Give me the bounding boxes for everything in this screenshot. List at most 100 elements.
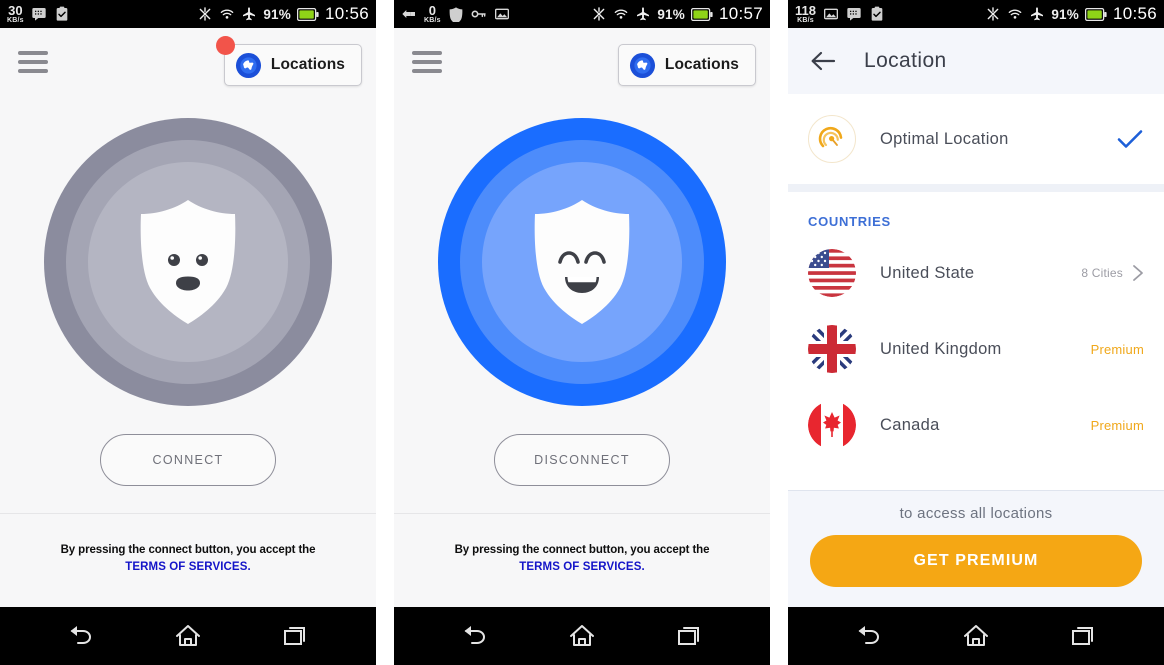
- wifi-icon: [220, 9, 234, 19]
- home-icon[interactable]: [953, 616, 999, 656]
- battery-percent: 91%: [263, 6, 291, 22]
- phone-screen-location-list: 118 KB/s 91% 10:56 Location Optimal Loca…: [788, 0, 1164, 665]
- get-premium-button[interactable]: GET PREMIUM: [810, 535, 1142, 587]
- notification-badge-dot: [215, 36, 235, 55]
- panel-divider-2: [770, 0, 788, 665]
- network-speed-indicator: 118 KB/s: [795, 3, 816, 24]
- terms-line-1: By pressing the connect button, you acce…: [60, 544, 316, 556]
- table-row[interactable]: United State 8 Cities: [788, 235, 1164, 311]
- countries-section-header: COUNTRIES: [808, 214, 891, 229]
- country-meta: 8 Cities: [1081, 266, 1123, 280]
- shield-face-happy-icon: [527, 198, 637, 326]
- locations-button-label: Locations: [270, 56, 345, 73]
- messaging-icon: [847, 8, 861, 21]
- terms-line-1: By pressing the connect button, you acce…: [454, 544, 710, 556]
- back-icon[interactable]: [845, 616, 891, 656]
- country-name: United Kingdom: [880, 339, 1002, 358]
- back-icon[interactable]: [57, 616, 103, 656]
- terms-of-services-link[interactable]: TERMS OF SERVICES.: [10, 559, 366, 576]
- home-icon[interactable]: [559, 616, 605, 656]
- flag-ca: [808, 401, 856, 449]
- speedometer-icon: [808, 115, 856, 163]
- airplane-mode-icon: [637, 7, 650, 21]
- check-icon: [1117, 130, 1143, 148]
- status-clock: 10:57: [718, 4, 763, 23]
- connection-stage-1: CONNECT: [0, 96, 376, 513]
- terms-of-services-link[interactable]: TERMS OF SERVICES.: [404, 559, 760, 576]
- mute-icon: [199, 7, 211, 21]
- globe-icon: [629, 52, 655, 78]
- hamburger-menu-icon[interactable]: [412, 51, 442, 73]
- list-item-optimal-location[interactable]: Optimal Location: [788, 94, 1164, 184]
- connect-button[interactable]: CONNECT: [100, 434, 276, 486]
- battery-icon: [690, 7, 713, 21]
- clipboard-check-icon: [56, 6, 68, 21]
- phone-screen-disconnected: 30 KB/s 91% 10:56 Locations CONNECT By p…: [0, 0, 376, 665]
- android-nav-bar-2: [394, 607, 770, 665]
- messaging-icon: [32, 8, 46, 21]
- get-premium-label: GET PREMIUM: [913, 552, 1039, 569]
- vpn-key-arrow-icon: [402, 10, 415, 18]
- status-clock: 10:56: [1112, 4, 1157, 23]
- mute-icon: [987, 7, 999, 21]
- disconnect-button[interactable]: DISCONNECT: [494, 434, 670, 486]
- airplane-mode-icon: [243, 7, 256, 21]
- back-icon[interactable]: [451, 616, 497, 656]
- page-title: Location: [864, 49, 947, 72]
- status-bar-2: 0 KB/s 91% 10:57: [394, 0, 770, 28]
- globe-icon: [235, 52, 261, 78]
- chevron-right-icon: [1133, 265, 1143, 281]
- location-list: Optimal Location COUNTRIES United State …: [788, 94, 1164, 490]
- status-clock: 10:56: [324, 4, 369, 23]
- home-icon[interactable]: [165, 616, 211, 656]
- country-name: United State: [880, 263, 975, 282]
- recents-icon[interactable]: [1061, 616, 1107, 656]
- locations-button-label: Locations: [664, 56, 739, 73]
- battery-icon: [1084, 7, 1107, 21]
- shield-face-neutral-icon: [133, 198, 243, 326]
- country-meta: Premium: [1090, 341, 1144, 357]
- connection-stage-2: DISCONNECT: [394, 96, 770, 513]
- status-bar-1: 30 KB/s 91% 10:56: [0, 0, 376, 28]
- panel-divider-1: [376, 0, 394, 665]
- battery-icon: [296, 7, 319, 21]
- status-rings-disconnected[interactable]: [44, 118, 332, 406]
- table-row[interactable]: Canada Premium: [788, 387, 1164, 463]
- terms-footer-1: By pressing the connect button, you acce…: [0, 513, 376, 607]
- flag-uk: [808, 325, 856, 373]
- wifi-icon: [1008, 9, 1022, 19]
- section-divider: [788, 184, 1164, 192]
- android-nav-bar-3: [788, 607, 1164, 665]
- phone-screen-connected: 0 KB/s 91% 10:57 Locations DISCONNECT By…: [394, 0, 770, 665]
- flag-us: [808, 249, 856, 297]
- battery-percent: 91%: [657, 6, 685, 22]
- image-icon: [494, 8, 509, 20]
- optimal-location-label: Optimal Location: [880, 129, 1009, 148]
- app-bar-1: Locations: [0, 28, 376, 96]
- android-nav-bar-1: [0, 607, 376, 665]
- network-speed-indicator: 30 KB/s: [7, 3, 24, 24]
- shield-icon: [449, 7, 463, 22]
- recents-icon[interactable]: [667, 616, 713, 656]
- terms-footer-2: By pressing the connect button, you acce…: [394, 513, 770, 607]
- image-icon: [823, 8, 838, 20]
- clipboard-check-icon: [871, 6, 883, 21]
- status-rings-connected[interactable]: [438, 118, 726, 406]
- locations-button[interactable]: Locations: [215, 36, 362, 86]
- back-arrow-icon[interactable]: [810, 50, 836, 72]
- country-meta: Premium: [1090, 417, 1144, 433]
- premium-subtitle: to access all locations: [899, 505, 1053, 522]
- locations-button[interactable]: Locations: [617, 44, 756, 86]
- app-bar-2: Locations: [394, 28, 770, 96]
- table-row[interactable]: United Kingdom Premium: [788, 311, 1164, 387]
- battery-percent: 91%: [1051, 6, 1079, 22]
- recents-icon[interactable]: [273, 616, 319, 656]
- mute-icon: [593, 7, 605, 21]
- country-name: Canada: [880, 415, 940, 434]
- key-icon: [471, 10, 486, 18]
- wifi-icon: [614, 9, 628, 19]
- three-phone-screenshots: 30 KB/s 91% 10:56 Locations CONNECT By p…: [0, 0, 1164, 665]
- status-bar-3: 118 KB/s 91% 10:56: [788, 0, 1164, 28]
- hamburger-menu-icon[interactable]: [18, 51, 48, 73]
- connect-button-label: CONNECT: [152, 453, 224, 467]
